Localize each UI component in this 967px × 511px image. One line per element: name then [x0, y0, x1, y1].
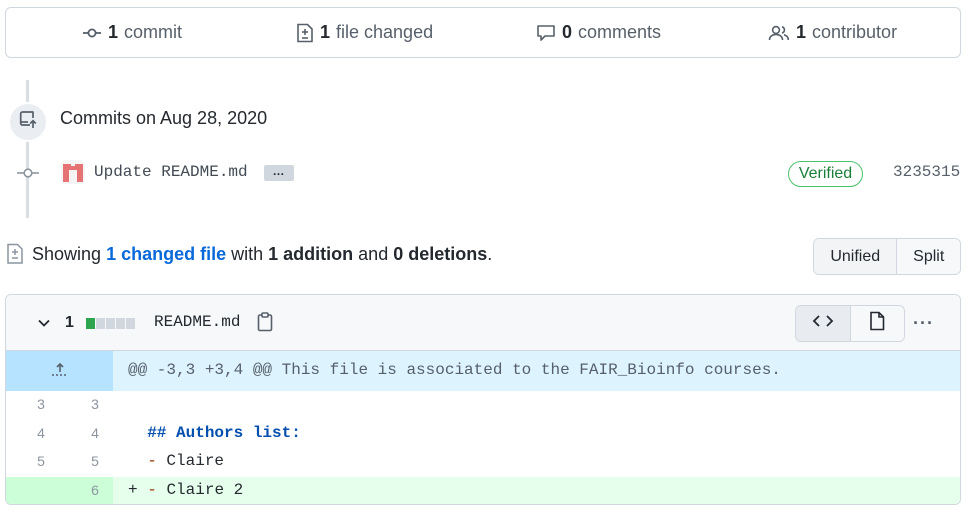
files-label: file changed	[336, 22, 434, 42]
markdown-heading: ## Authors list:	[147, 424, 301, 442]
files-count: 1	[320, 22, 331, 42]
file-view-toggle	[795, 305, 905, 342]
timeline-line	[26, 80, 29, 218]
contributors-count: 1	[796, 22, 807, 42]
diffstat-block	[126, 318, 135, 329]
with-text: with	[231, 244, 264, 264]
new-line-number[interactable]: 4	[70, 425, 120, 441]
git-commit-icon	[17, 165, 39, 186]
avatar[interactable]	[61, 160, 85, 184]
verified-badge[interactable]: Verified	[788, 161, 863, 187]
diffstat-block	[96, 318, 105, 329]
line-code: ## Authors list:	[128, 424, 301, 442]
changed-files-link[interactable]: 1 changed file	[106, 244, 226, 264]
commits-label: commit	[124, 22, 183, 42]
comment-icon	[536, 24, 556, 42]
source-view-button[interactable]	[796, 306, 851, 341]
old-line-number[interactable]: 4	[16, 425, 66, 441]
old-line-number[interactable]: 3	[16, 396, 66, 412]
expand-up-button[interactable]	[6, 351, 113, 391]
commits-stat[interactable]: 1 commit	[82, 8, 182, 57]
code-icon	[812, 313, 834, 334]
new-line-number[interactable]: 5	[70, 453, 120, 469]
diffstat-block	[116, 318, 125, 329]
hunk-header-row: @@ -3,3 +3,4 @@ This file is associated …	[6, 351, 960, 391]
rich-view-button[interactable]	[850, 306, 904, 341]
commit-sha-link[interactable]: 3235315	[893, 163, 960, 181]
diff-line: 3 3	[6, 391, 960, 420]
file-diff-icon	[6, 243, 24, 270]
list-bullet: -	[147, 481, 157, 499]
file-diff-icon	[296, 23, 314, 43]
contributors-label: contributor	[812, 22, 898, 42]
diff-view-toggle: Unified Split	[813, 238, 961, 275]
expand-up-icon	[50, 361, 70, 382]
file-change-count: 1	[65, 314, 74, 331]
split-button[interactable]: Split	[897, 239, 960, 274]
contributors-stat[interactable]: 1 contributor	[768, 8, 897, 57]
commit-message-link[interactable]: Update README.md	[94, 163, 248, 181]
list-bullet: -	[147, 452, 157, 470]
line-text: Claire	[166, 452, 225, 470]
expand-commit-button[interactable]: …	[264, 165, 294, 181]
unified-button[interactable]: Unified	[814, 239, 898, 274]
file-more-menu[interactable]: ···	[913, 313, 934, 334]
commits-count: 1	[108, 22, 119, 42]
line-code: - Claire	[128, 452, 224, 470]
new-line-number[interactable]: 6	[70, 482, 120, 498]
comments-label: comments	[578, 22, 662, 42]
addition-sign: +	[128, 481, 138, 499]
diff-summary: Showing 1 changed file with 1 addition a…	[32, 244, 492, 265]
pull-stats-bar: 1 commit 1 file changed 0 comments 1 con…	[5, 7, 961, 58]
timeline-badge	[8, 102, 48, 142]
repo-push-icon	[18, 110, 38, 135]
and-text: and	[358, 244, 389, 264]
comments-stat[interactable]: 0 comments	[536, 8, 661, 57]
new-line-number[interactable]: 3	[70, 396, 120, 412]
period-text: .	[487, 244, 493, 264]
old-line-number[interactable]: 5	[16, 453, 66, 469]
diffstat-block	[86, 318, 95, 329]
commits-date-heading: Commits on Aug 28, 2020	[60, 108, 268, 128]
file-header: 1 README.md ···	[6, 295, 960, 351]
showing-text: Showing	[32, 244, 102, 264]
diff-line: 5 5 - Claire	[6, 448, 960, 477]
people-icon	[768, 24, 790, 42]
comments-count: 0	[562, 22, 573, 42]
diffstat-block	[106, 318, 115, 329]
diffstat-blocks	[86, 318, 135, 329]
line-text: Claire 2	[166, 481, 244, 499]
file-name-link[interactable]: README.md	[154, 313, 240, 331]
commit-icon	[82, 25, 102, 41]
diff-line: 4 4 ## Authors list:	[6, 420, 960, 449]
chevron-down-icon[interactable]	[36, 315, 52, 336]
additions-count: 1 addition	[268, 244, 354, 264]
files-changed-stat[interactable]: 1 file changed	[296, 8, 433, 57]
old-gutter	[6, 477, 60, 504]
line-code: + - Claire 2	[128, 481, 243, 499]
deletions-count: 0 deletions	[393, 244, 488, 264]
diff-line-added: 6 + - Claire 2	[6, 477, 960, 504]
hunk-header-text: @@ -3,3 +3,4 @@ This file is associated …	[128, 361, 781, 379]
file-diff: 1 README.md ··· @@ -3,3 +3,4 @@ This fil…	[5, 294, 961, 505]
file-icon	[869, 311, 885, 336]
copy-icon[interactable]	[257, 312, 273, 337]
